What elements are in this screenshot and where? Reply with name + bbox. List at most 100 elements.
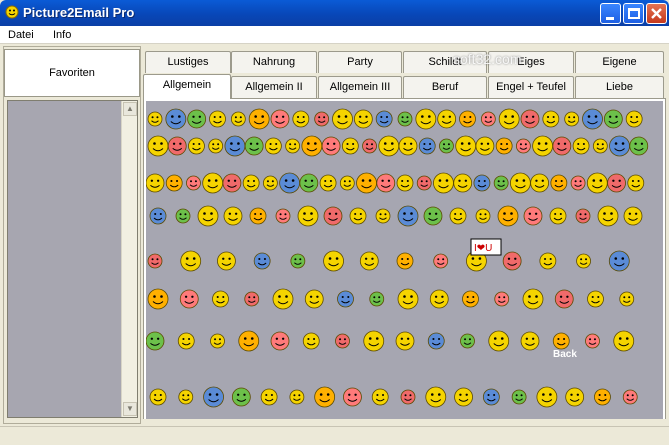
smiley-icon[interactable] bbox=[550, 174, 568, 192]
smiley-icon[interactable] bbox=[369, 291, 385, 307]
maximize-button[interactable] bbox=[623, 3, 644, 24]
smiley-icon[interactable] bbox=[552, 332, 570, 350]
smiley-icon[interactable] bbox=[149, 207, 167, 225]
smiley-icon[interactable] bbox=[542, 110, 560, 128]
tab-allgemein-ii[interactable]: Allgemein II bbox=[231, 76, 317, 98]
smiley-icon[interactable] bbox=[187, 109, 207, 129]
smiley-icon[interactable] bbox=[343, 387, 362, 407]
smiley-icon[interactable] bbox=[515, 138, 531, 154]
smiley-icon[interactable] bbox=[323, 250, 344, 272]
smiley-icon[interactable] bbox=[594, 388, 611, 406]
smiley-icon[interactable] bbox=[341, 137, 359, 155]
smiley-icon[interactable] bbox=[455, 135, 477, 157]
smiley-icon[interactable] bbox=[480, 111, 496, 127]
smiley-icon[interactable] bbox=[627, 174, 645, 192]
smiley-icon[interactable] bbox=[301, 135, 323, 157]
smiley-icon[interactable] bbox=[460, 333, 475, 349]
smiley-icon[interactable] bbox=[275, 208, 291, 224]
smiley-icon[interactable] bbox=[586, 172, 608, 194]
smiley-icon[interactable] bbox=[625, 110, 643, 128]
smiley-icon[interactable] bbox=[629, 136, 649, 156]
smiley-icon[interactable] bbox=[494, 291, 510, 307]
smiley-icon[interactable] bbox=[597, 205, 619, 227]
smiley-icon[interactable] bbox=[375, 110, 393, 128]
smiley-icon[interactable] bbox=[244, 136, 264, 156]
smiley-icon[interactable] bbox=[552, 136, 572, 156]
smiley-icon[interactable] bbox=[396, 174, 414, 192]
smiley-icon[interactable] bbox=[242, 174, 260, 192]
smiley-icon[interactable] bbox=[362, 138, 377, 154]
smiley-icon[interactable] bbox=[475, 208, 491, 224]
scroll-down-icon[interactable]: ▼ bbox=[123, 402, 137, 416]
smiley-icon[interactable] bbox=[244, 291, 260, 307]
smiley-icon[interactable] bbox=[332, 108, 353, 130]
smiley-icon[interactable] bbox=[208, 138, 224, 154]
smiley-icon[interactable] bbox=[319, 174, 337, 192]
smiley-icon[interactable] bbox=[375, 208, 391, 224]
smiley-icon[interactable] bbox=[217, 251, 236, 271]
smiley-icon[interactable] bbox=[511, 389, 527, 405]
smiley-icon[interactable] bbox=[603, 109, 623, 129]
smiley-icon[interactable] bbox=[575, 208, 591, 224]
smiley-icon[interactable] bbox=[223, 206, 243, 226]
smiley-icon[interactable] bbox=[433, 172, 454, 194]
smiley-icon[interactable] bbox=[622, 389, 638, 405]
smiley-icon[interactable] bbox=[323, 206, 343, 226]
smiley-icon[interactable] bbox=[475, 136, 495, 156]
smiley-icon[interactable] bbox=[175, 208, 191, 224]
smiley-icon[interactable] bbox=[285, 138, 301, 154]
smiley-icon[interactable] bbox=[371, 388, 389, 406]
smiley-icon[interactable] bbox=[536, 386, 558, 408]
smiley-icon[interactable] bbox=[564, 111, 580, 127]
smiley-icon[interactable] bbox=[416, 175, 432, 191]
smiley-icon[interactable] bbox=[212, 290, 229, 308]
smiley-icon[interactable] bbox=[165, 108, 187, 130]
smiley-icon[interactable] bbox=[178, 389, 194, 405]
smiley-icon[interactable] bbox=[582, 108, 603, 130]
menu-info[interactable]: Info bbox=[53, 29, 71, 41]
smiley-icon[interactable] bbox=[462, 290, 479, 308]
smiley-icon[interactable] bbox=[149, 388, 167, 406]
smiley-icon[interactable] bbox=[429, 289, 449, 309]
smiley-icon[interactable] bbox=[264, 137, 282, 155]
back-sticker-label[interactable]: Back bbox=[553, 349, 577, 360]
smiley-icon[interactable] bbox=[304, 289, 324, 309]
smiley-icon[interactable] bbox=[488, 330, 510, 352]
smiley-icon[interactable] bbox=[437, 109, 457, 129]
smiley-icon[interactable] bbox=[439, 138, 454, 154]
smiley-icon[interactable] bbox=[570, 175, 586, 191]
smiley-icon[interactable] bbox=[520, 109, 540, 129]
smiley-icon[interactable] bbox=[523, 206, 543, 226]
smiley-icon[interactable] bbox=[238, 330, 260, 352]
menu-datei[interactable]: Datei bbox=[8, 29, 34, 41]
smiley-icon[interactable] bbox=[587, 290, 604, 308]
smiley-icon[interactable] bbox=[147, 253, 163, 269]
smiley-icon[interactable] bbox=[290, 253, 306, 269]
smiley-icon[interactable] bbox=[619, 291, 635, 307]
horizontal-scrollbar[interactable] bbox=[143, 419, 666, 424]
smiley-icon[interactable] bbox=[454, 387, 473, 407]
smiley-icon[interactable] bbox=[585, 333, 600, 349]
tab-engel-teufel[interactable]: Engel + Teufel bbox=[488, 76, 574, 98]
emoji-grid[interactable]: I❤U Back bbox=[146, 101, 663, 419]
tab-liebe[interactable]: Liebe bbox=[575, 76, 664, 98]
smiley-icon[interactable] bbox=[572, 137, 590, 155]
smiley-icon[interactable] bbox=[230, 111, 246, 127]
smiley-icon[interactable] bbox=[349, 207, 367, 225]
smiley-icon[interactable] bbox=[607, 173, 626, 193]
smiley-icon[interactable] bbox=[167, 136, 187, 156]
smiley-icon[interactable] bbox=[299, 173, 319, 193]
smiley-icon[interactable] bbox=[425, 386, 447, 408]
tab-allgemein-iii[interactable]: Allgemein III bbox=[318, 76, 402, 98]
tab-beruf[interactable]: Beruf bbox=[403, 76, 487, 98]
smiley-icon[interactable] bbox=[418, 137, 436, 155]
smiley-icon[interactable] bbox=[427, 332, 445, 350]
smiley-icon[interactable] bbox=[147, 111, 163, 127]
favorites-scrollbar[interactable]: ▲ ▼ bbox=[121, 101, 137, 417]
smiley-icon[interactable] bbox=[396, 252, 414, 270]
tab-eigene[interactable]: Eigene bbox=[575, 51, 664, 73]
minimize-button[interactable] bbox=[600, 3, 621, 24]
smiley-icon[interactable] bbox=[356, 172, 377, 194]
smiley-icon[interactable] bbox=[253, 252, 271, 270]
smiley-icon[interactable] bbox=[279, 172, 301, 194]
